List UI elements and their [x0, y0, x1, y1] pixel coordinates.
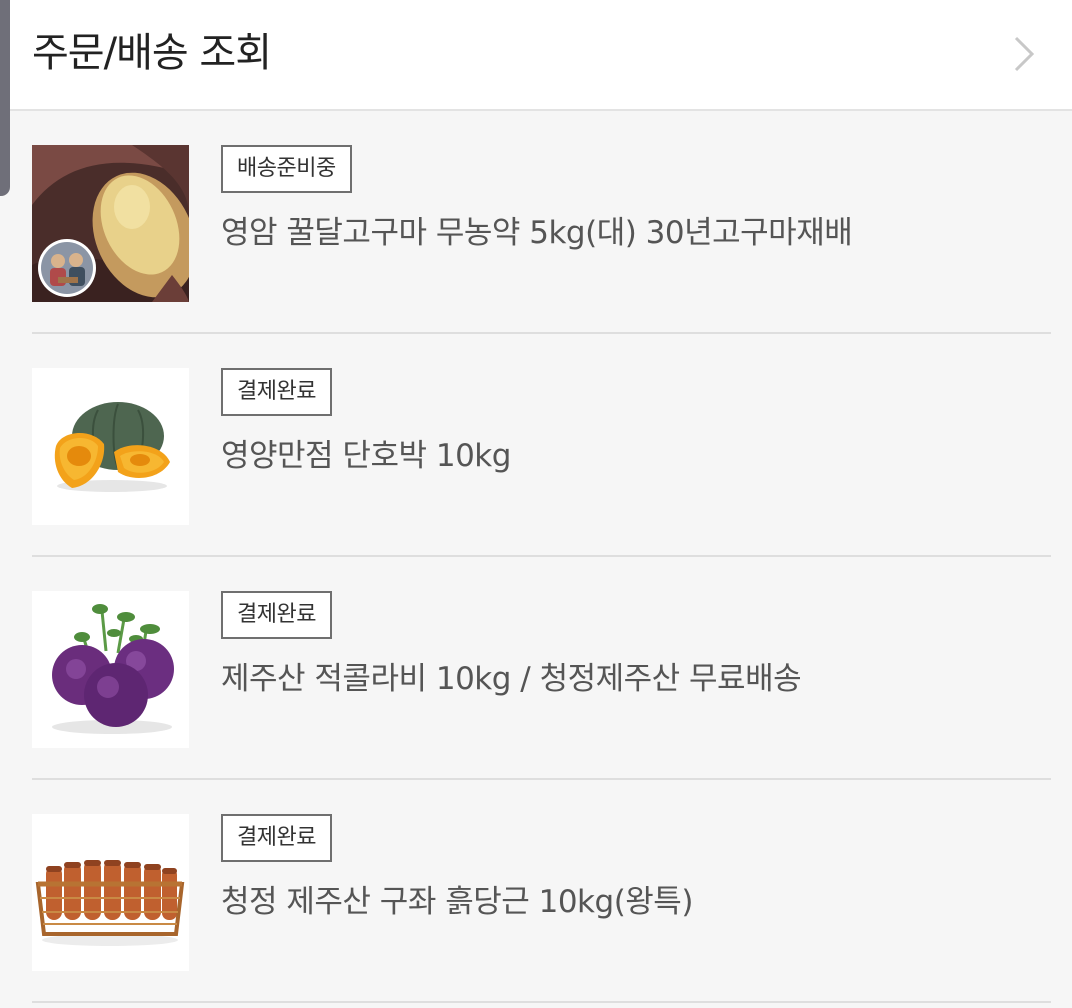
order-status-badge: 결제완료: [221, 814, 332, 862]
order-status-badge: 결제완료: [221, 368, 332, 416]
product-image-pumpkin: [32, 368, 189, 525]
product-name[interactable]: 영양만점 단호박 10kg: [221, 434, 511, 478]
order-status-badge: 결제완료: [221, 591, 332, 639]
order-status-badge: 배송준비중: [221, 145, 352, 193]
order-item[interactable]: 결제완료 제주산 적콜라비 10kg / 청정제주산 무료배송: [32, 557, 1051, 780]
product-name[interactable]: 청정 제주산 구좌 흙당근 10kg(왕특): [221, 880, 693, 924]
order-status-header[interactable]: 주문/배송 조회: [0, 0, 1072, 111]
product-name[interactable]: 제주산 적콜라비 10kg / 청정제주산 무료배송: [221, 657, 802, 701]
product-image-carrot: [32, 814, 189, 971]
order-item[interactable]: 결제완료 영양만점 단호박 10kg: [32, 334, 1051, 557]
order-list: 배송준비중 영암 꿀달고구마 무농약 5kg(대) 30년고구마재배 결제완료 …: [0, 111, 1072, 1003]
page-title: 주문/배송 조회: [32, 30, 272, 76]
product-image-kohlrabi: [32, 591, 189, 748]
product-image-sweet-potato: [32, 145, 189, 302]
order-item[interactable]: 결제완료 청정 제주산 구좌 흙당근 10kg(왕특): [32, 780, 1051, 1003]
product-name[interactable]: 영암 꿀달고구마 무농약 5kg(대) 30년고구마재배: [221, 211, 853, 255]
chevron-right-icon[interactable]: [1006, 35, 1040, 73]
order-item[interactable]: 배송준비중 영암 꿀달고구마 무농약 5kg(대) 30년고구마재배: [32, 111, 1051, 334]
side-drawer-handle[interactable]: [0, 0, 10, 196]
